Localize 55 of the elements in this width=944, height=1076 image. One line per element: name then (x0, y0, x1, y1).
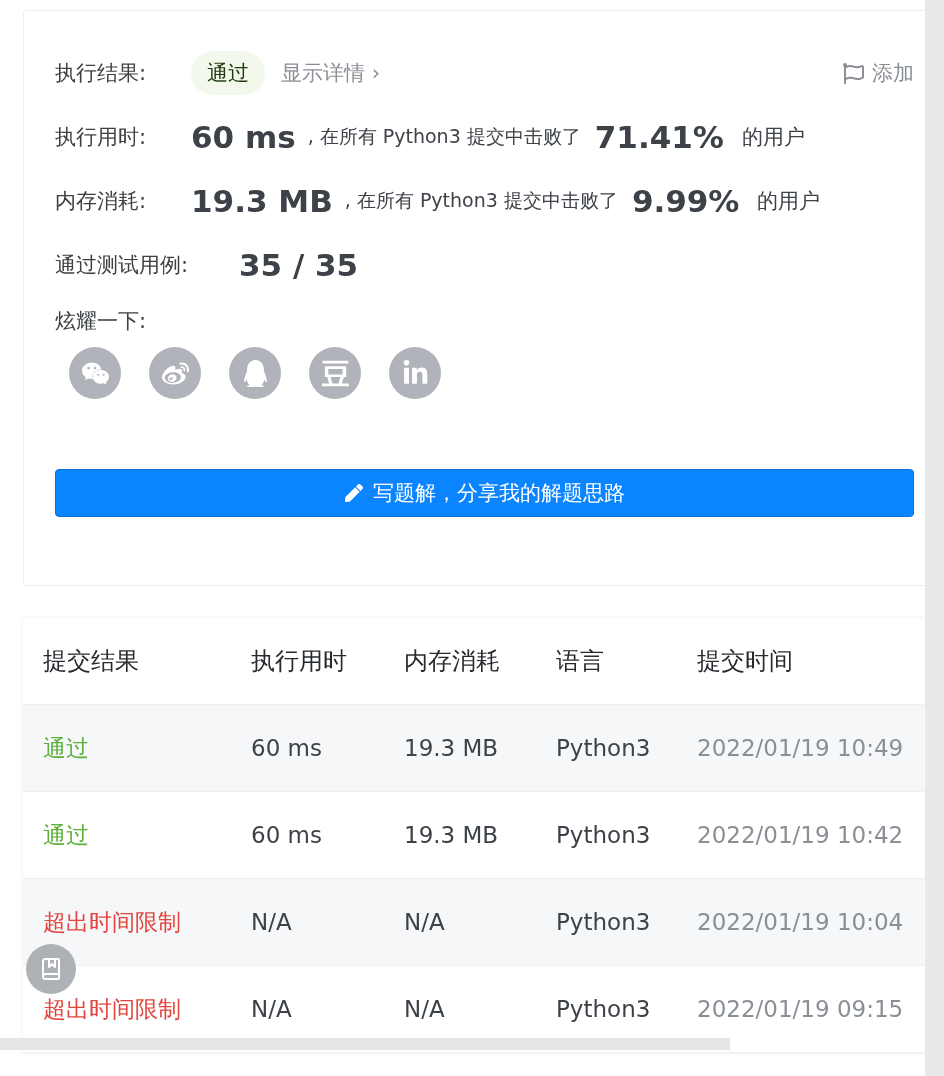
linkedin-icon (401, 359, 429, 387)
stat-label: 执行用时: (55, 124, 148, 151)
table-cell-text: 19.3 MB (404, 735, 500, 761)
table-cell-text: N/A (404, 996, 446, 1022)
share-button[interactable] (149, 347, 201, 399)
details-link[interactable]: 显示详情 › (281, 59, 381, 87)
table-cell-text: 2022/01/19 10:49 (697, 735, 905, 761)
table-cell-text: N/A (251, 996, 293, 1022)
stat-percent: 71.41% (594, 119, 724, 155)
table-cell-text: 超出时间限制 (43, 994, 182, 1024)
table-cell-text: Python3 (556, 909, 652, 935)
column-header: 提交结果 (43, 646, 140, 677)
stat-text: 的用户 (757, 188, 821, 215)
testcase-value: 35 / 35 (239, 247, 359, 283)
table-cell-text: 60 ms (251, 822, 323, 848)
share-label: 炫耀一下: (55, 308, 148, 335)
stat-label: 内存消耗: (55, 188, 148, 215)
book-icon (39, 957, 63, 981)
flag-icon (843, 62, 864, 84)
stat-value: 60 ms (191, 119, 296, 155)
column-header: 语言 (556, 646, 605, 677)
table-cell-text: Python3 (556, 822, 652, 848)
table-cell-text: 通过 (43, 820, 90, 850)
testcase-label: 通过测试用例: (55, 252, 190, 279)
table-cell-text: N/A (404, 909, 446, 935)
share-button[interactable] (309, 347, 361, 399)
stat-percent: 9.99% (631, 183, 740, 219)
table-cell-text: Python3 (556, 735, 652, 761)
share-button[interactable] (69, 347, 121, 399)
share-button[interactable] (229, 347, 281, 399)
write-solution-button[interactable]: 写题解，分享我的解题思路 (55, 469, 914, 517)
stat-text: , 在所有 Python3 提交中击败了 (307, 124, 581, 149)
column-header: 内存消耗 (404, 646, 501, 677)
table-cell-text: N/A (251, 909, 293, 935)
pencil-icon (344, 484, 363, 502)
share-button[interactable] (389, 347, 441, 399)
table-cell-text: 2022/01/19 09:15 (697, 996, 905, 1022)
table-cell-text: Python3 (556, 996, 652, 1022)
column-header: 提交时间 (697, 646, 794, 677)
table-cell-text: 2022/01/19 10:04 (697, 909, 905, 935)
stat-text: 的用户 (741, 124, 805, 151)
add-note-button[interactable]: 添加 (843, 59, 914, 87)
column-header: 执行用时 (251, 646, 348, 677)
stat-value: 19.3 MB (191, 183, 333, 219)
table-cell-text: 通过 (43, 733, 90, 763)
stat-text: , 在所有 Python3 提交中击败了 (344, 188, 618, 213)
table-cell-text: 19.3 MB (404, 822, 500, 848)
penguin-icon (241, 359, 269, 387)
result-label: 执行结果: (55, 60, 148, 87)
table-cell-text: 超出时间限制 (43, 907, 182, 937)
douban-icon (321, 359, 349, 387)
table-cell-text: 2022/01/19 10:42 (697, 822, 905, 848)
table-cell-text: 60 ms (251, 735, 323, 761)
status-badge: 通过 (191, 51, 265, 95)
wechat-icon (81, 359, 109, 387)
